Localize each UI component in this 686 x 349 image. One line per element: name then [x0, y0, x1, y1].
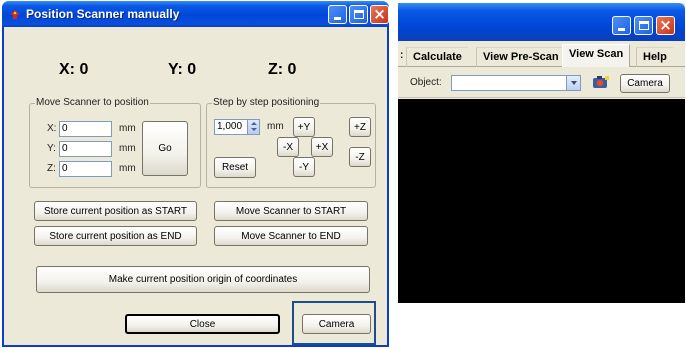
position-scanner-dialog: Position Scanner manually × X: 0 Y: 0 Z:… [2, 1, 389, 347]
object-label: Object: [410, 77, 442, 88]
viewer-minimize-button[interactable] [612, 16, 631, 35]
app-icon [10, 10, 20, 19]
dialog-titlebar[interactable]: Position Scanner manually × [2, 1, 389, 27]
tab-help[interactable]: Help [636, 47, 673, 67]
step-size-value: 1,000 [217, 121, 243, 132]
close-icon: × [373, 5, 386, 23]
minus-x-button[interactable]: -X [277, 137, 299, 157]
step-positioning-group: Step by step positioning 1,000 mm +Y -X … [206, 97, 376, 188]
scan-view-canvas[interactable] [398, 99, 685, 303]
tab-calculate[interactable]: Calculate [406, 47, 468, 67]
viewer-close-button[interactable]: × [656, 16, 675, 35]
store-start-button[interactable]: Store current position as START [34, 201, 197, 221]
go-button[interactable]: Go [142, 121, 188, 176]
close-button[interactable]: Close [125, 314, 280, 334]
plus-x-button[interactable]: +X [311, 137, 333, 157]
y-unit-label: mm [119, 143, 136, 154]
minus-z-button[interactable]: -Z [349, 147, 371, 167]
y-label: Y: [47, 143, 56, 154]
maximize-button[interactable] [349, 5, 368, 24]
tab-view-prescan[interactable]: View Pre-Scan [476, 47, 565, 67]
viewer-titlebar[interactable]: × [398, 3, 685, 41]
viewer-camera-button[interactable]: Camera [620, 74, 670, 93]
chevron-down-icon[interactable] [566, 76, 580, 90]
z-position-input[interactable]: 0 [59, 161, 112, 177]
move-to-start-button[interactable]: Move Scanner to START [214, 201, 368, 221]
step-unit-label: mm [267, 121, 284, 132]
reset-button[interactable]: Reset [214, 157, 256, 178]
object-select[interactable] [451, 75, 581, 91]
step-size-input[interactable]: 1,000 [214, 119, 260, 135]
store-end-button[interactable]: Store current position as END [34, 226, 197, 246]
plus-z-button[interactable]: +Z [349, 117, 371, 137]
make-origin-button[interactable]: Make current position origin of coordina… [36, 266, 370, 293]
x-coordinate-readout: X: 0 [59, 61, 89, 78]
scan-viewer-window: × : Calculate View Pre-Scan View Scan He… [398, 3, 685, 303]
z-unit-label: mm [119, 163, 136, 174]
tab-view-scan[interactable]: View Scan [562, 44, 631, 67]
step-positioning-group-label: Step by step positioning [212, 97, 321, 108]
viewer-maximize-button[interactable] [634, 16, 653, 35]
y-position-input[interactable]: 0 [59, 141, 112, 157]
plus-y-button[interactable]: +Y [293, 117, 315, 137]
minimize-button[interactable] [328, 5, 347, 24]
minimize-icon [618, 28, 625, 31]
dialog-title: Position Scanner manually [26, 7, 180, 21]
y-coordinate-readout: Y: 0 [168, 61, 197, 78]
maximize-icon [639, 21, 649, 30]
x-label: X: [47, 123, 57, 134]
camera-highlight-frame [292, 301, 376, 345]
viewer-toolbar: Object: Camera [398, 68, 685, 98]
close-icon: × [659, 16, 672, 34]
main-tabs: : Calculate View Pre-Scan View Scan Help [398, 43, 685, 67]
move-scanner-group-label: Move Scanner to position [35, 97, 150, 108]
step-size-spinner[interactable] [247, 120, 259, 134]
minimize-icon [334, 17, 341, 20]
move-to-end-button[interactable]: Move Scanner to END [214, 226, 368, 246]
z-label: Z: [47, 163, 56, 174]
tab-overflow-edge: : [400, 50, 404, 61]
maximize-icon [354, 10, 364, 19]
close-window-button[interactable]: × [370, 5, 389, 24]
x-position-input[interactable]: 0 [59, 121, 112, 137]
camera-settings-icon[interactable] [592, 74, 610, 92]
z-coordinate-readout: Z: 0 [268, 61, 297, 78]
move-scanner-group: Move Scanner to position X: 0 mm Y: 0 mm… [29, 97, 201, 188]
minus-y-button[interactable]: -Y [293, 157, 315, 177]
x-unit-label: mm [119, 123, 136, 134]
